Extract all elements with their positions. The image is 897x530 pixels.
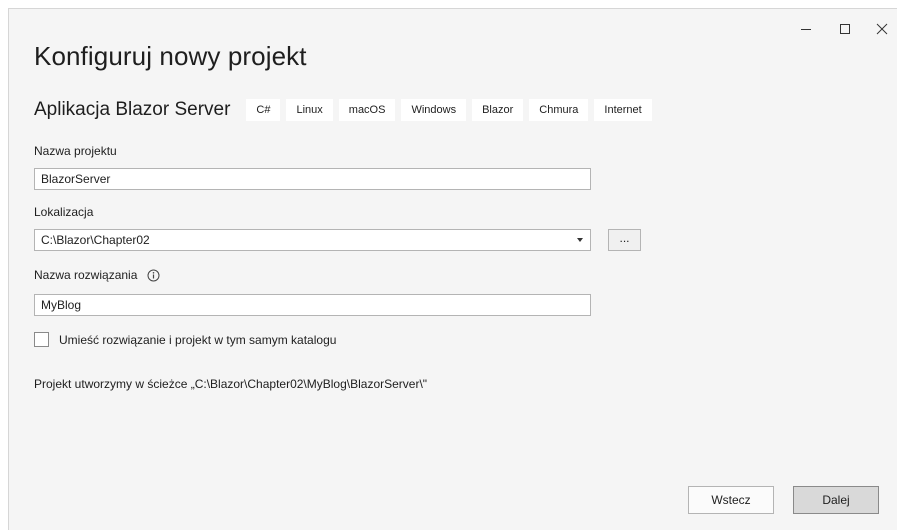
tag-web: Internet <box>594 99 652 121</box>
tag-blazor: Blazor <box>472 99 524 121</box>
template-name: Aplikacja Blazor Server <box>34 99 231 120</box>
close-icon <box>876 23 888 35</box>
dialog-window: Konfiguruj nowy projekt Aplikacja Blazor… <box>8 8 897 530</box>
maximize-button[interactable] <box>830 17 860 41</box>
solution-name-input[interactable] <box>34 294 591 316</box>
same-directory-label[interactable]: Umieść rozwiązanie i projekt w tym samym… <box>59 333 336 347</box>
minimize-icon <box>801 29 811 30</box>
tag-linux: Linux <box>286 99 333 121</box>
project-name-label: Nazwa projektu <box>34 144 117 158</box>
project-name-input[interactable] <box>34 168 591 190</box>
minimize-button[interactable] <box>791 17 821 41</box>
tag-csharp: C# <box>246 99 281 121</box>
tag-windows: Windows <box>401 99 467 121</box>
solution-name-label-row: Nazwa rozwiązania <box>34 268 160 282</box>
same-directory-option[interactable]: Umieść rozwiązanie i projekt w tym samym… <box>34 332 336 347</box>
tag-macos: macOS <box>338 99 396 121</box>
location-label: Lokalizacja <box>34 205 94 219</box>
location-combobox[interactable]: C:\Blazor\Chapter02 <box>34 229 591 251</box>
maximize-icon <box>840 24 850 34</box>
info-icon[interactable] <box>147 269 160 282</box>
template-header: Aplikacja Blazor Server C# Linux macOS W… <box>34 99 658 121</box>
project-path-note: Projekt utworzymy w ścieżce „C:\Blazor\C… <box>34 377 428 391</box>
solution-name-label: Nazwa rozwiązania <box>34 268 138 282</box>
page-title: Konfiguruj nowy projekt <box>34 41 307 71</box>
close-button[interactable] <box>867 17 897 41</box>
same-directory-checkbox[interactable] <box>34 332 49 347</box>
next-button[interactable]: Dalej <box>793 486 879 514</box>
location-value: C:\Blazor\Chapter02 <box>41 233 150 247</box>
back-button[interactable]: Wstecz <box>688 486 774 514</box>
dropdown-arrow-icon[interactable] <box>576 237 584 243</box>
browse-button[interactable]: ... <box>608 229 641 251</box>
tag-cloud: Chmura <box>529 99 589 121</box>
